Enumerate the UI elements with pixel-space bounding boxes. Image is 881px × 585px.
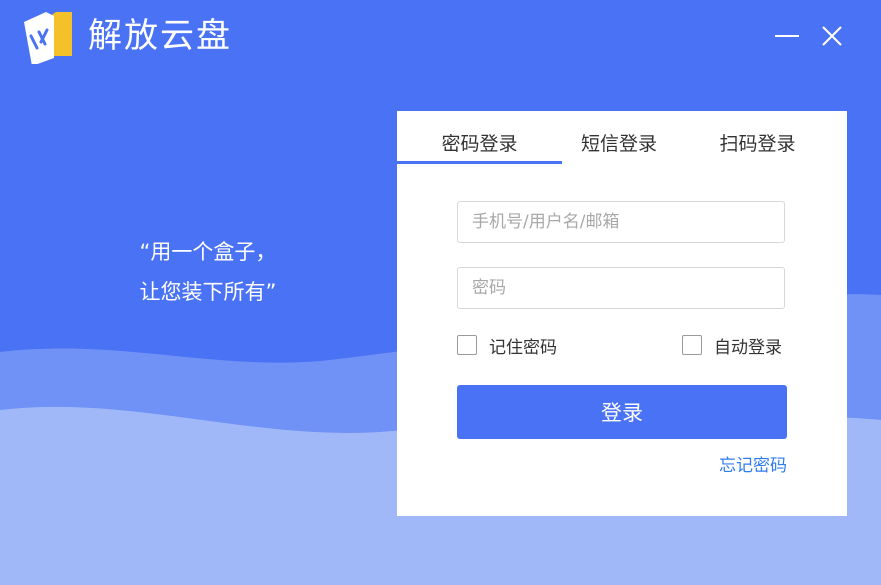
- auto-login-label: 自动登录: [714, 337, 782, 358]
- tab-password-login[interactable]: 密码登录: [397, 129, 562, 155]
- tab-qr-login[interactable]: 扫码登录: [690, 129, 825, 155]
- username-input[interactable]: [457, 201, 785, 243]
- minimize-icon[interactable]: [773, 22, 801, 50]
- remember-password-checkbox[interactable]: 记住密码: [457, 333, 557, 358]
- remember-password-box[interactable]: [457, 335, 477, 355]
- folder-logo-icon: [24, 12, 72, 64]
- active-tab-underline: [397, 161, 562, 164]
- password-input[interactable]: [457, 267, 785, 309]
- login-button[interactable]: 登录: [457, 385, 787, 439]
- slogan-line-1: “用一个盒子，: [139, 240, 277, 264]
- login-tabs: 密码登录 短信登录 扫码登录: [397, 111, 847, 165]
- auto-login-checkbox[interactable]: 自动登录: [682, 333, 782, 358]
- forgot-password-link[interactable]: 忘记密码: [687, 451, 787, 476]
- tab-sms-login[interactable]: 短信登录: [553, 129, 685, 155]
- slogan: “用一个盒子， 让您装下所有”: [108, 232, 308, 312]
- login-panel: 密码登录 短信登录 扫码登录 记住密码 自动登录 登录 忘记密码: [397, 111, 847, 516]
- app-title: 解放云盘: [88, 16, 232, 56]
- remember-password-label: 记住密码: [489, 337, 557, 358]
- close-icon[interactable]: [818, 22, 846, 50]
- auto-login-box[interactable]: [682, 335, 702, 355]
- login-window: 解放云盘 “用一个盒子， 让您装下所有” 密码登录 短信登录 扫码登录 记住密码…: [0, 0, 881, 585]
- slogan-line-2: 让您装下所有”: [139, 280, 277, 304]
